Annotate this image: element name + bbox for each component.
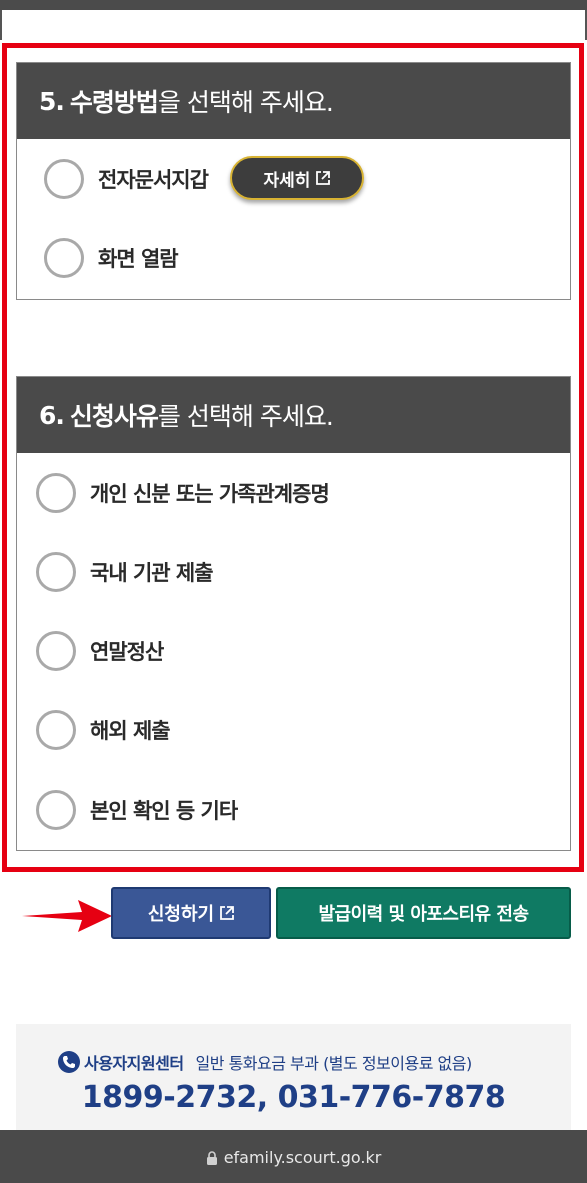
apply-button[interactable]: 신청하기 xyxy=(111,887,271,939)
option-screen-view[interactable]: 화면 열람 xyxy=(44,238,179,278)
detail-button-label: 자세히 xyxy=(263,170,311,191)
option-identity-family-proof[interactable]: 개인 신분 또는 가족관계증명 xyxy=(36,473,330,513)
phone-icon xyxy=(58,1051,80,1073)
option-year-end-tax[interactable]: 연말정산 xyxy=(36,631,164,671)
section-emphasis: 수령방법 xyxy=(69,88,159,117)
history-apostille-button[interactable]: 발급이력 및 아포스티유 전송 xyxy=(276,887,571,939)
option-label: 개인 신분 또는 가족관계증명 xyxy=(90,482,330,506)
page-top-frame xyxy=(0,10,587,40)
section-title-rest: 를 선택해 주세요. xyxy=(157,402,334,431)
radio-button[interactable] xyxy=(36,710,76,750)
browser-top-bar xyxy=(0,0,587,10)
browser-url-bar[interactable]: efamily.scourt.go.kr xyxy=(0,1130,587,1183)
option-identity-check-other[interactable]: 본인 확인 등 기타 xyxy=(36,790,238,830)
option-label: 화면 열람 xyxy=(98,247,179,271)
external-link-icon xyxy=(316,171,331,185)
external-link-icon xyxy=(220,906,235,920)
option-label: 해외 제출 xyxy=(90,719,171,743)
apply-button-label: 신청하기 xyxy=(147,904,215,925)
detail-button[interactable]: 자세히 xyxy=(230,156,364,200)
request-reason-header: 6. 신청사유 를 선택해 주세요. xyxy=(17,377,570,453)
section-title-rest: 을 선택해 주세요. xyxy=(157,88,334,117)
receipt-method-header: 5. 수령방법 을 선택해 주세요. xyxy=(17,63,570,139)
radio-button[interactable] xyxy=(36,631,76,671)
option-label: 전자문서지갑 xyxy=(98,168,209,192)
radio-button[interactable] xyxy=(44,159,84,199)
url-text: efamily.scourt.go.kr xyxy=(223,1148,382,1167)
support-footer: 사용자지원센터 일반 통화요금 부과 (별도 정보이용료 없음) 1899-27… xyxy=(16,1024,571,1134)
option-domestic-submission[interactable]: 국내 기관 제출 xyxy=(36,552,214,592)
radio-button[interactable] xyxy=(36,473,76,513)
option-label: 본인 확인 등 기타 xyxy=(90,799,238,823)
section-emphasis: 신청사유 xyxy=(69,402,159,431)
support-center-title: 사용자지원센터 xyxy=(84,1054,184,1073)
red-arrow-icon xyxy=(22,900,112,932)
section-number: 6. xyxy=(39,400,65,430)
lock-icon xyxy=(206,1151,217,1165)
option-overseas-submission[interactable]: 해외 제출 xyxy=(36,710,171,750)
radio-button[interactable] xyxy=(44,238,84,278)
request-reason-section: 6. 신청사유 를 선택해 주세요. xyxy=(16,376,571,851)
support-phone-numbers[interactable]: 1899-2732, 031-776-7878 xyxy=(16,1080,571,1115)
history-button-label: 발급이력 및 아포스티유 전송 xyxy=(318,904,529,925)
option-label: 연말정산 xyxy=(90,640,164,664)
support-line: 사용자지원센터 일반 통화요금 부과 (별도 정보이용료 없음) xyxy=(58,1050,472,1074)
section-number: 5. xyxy=(39,86,65,116)
support-fee-note: 일반 통화요금 부과 (별도 정보이용료 없음) xyxy=(195,1054,473,1073)
radio-button[interactable] xyxy=(36,552,76,592)
option-e-document-wallet[interactable]: 전자문서지갑 xyxy=(44,159,209,199)
option-label: 국내 기관 제출 xyxy=(90,561,214,585)
radio-button[interactable] xyxy=(36,790,76,830)
